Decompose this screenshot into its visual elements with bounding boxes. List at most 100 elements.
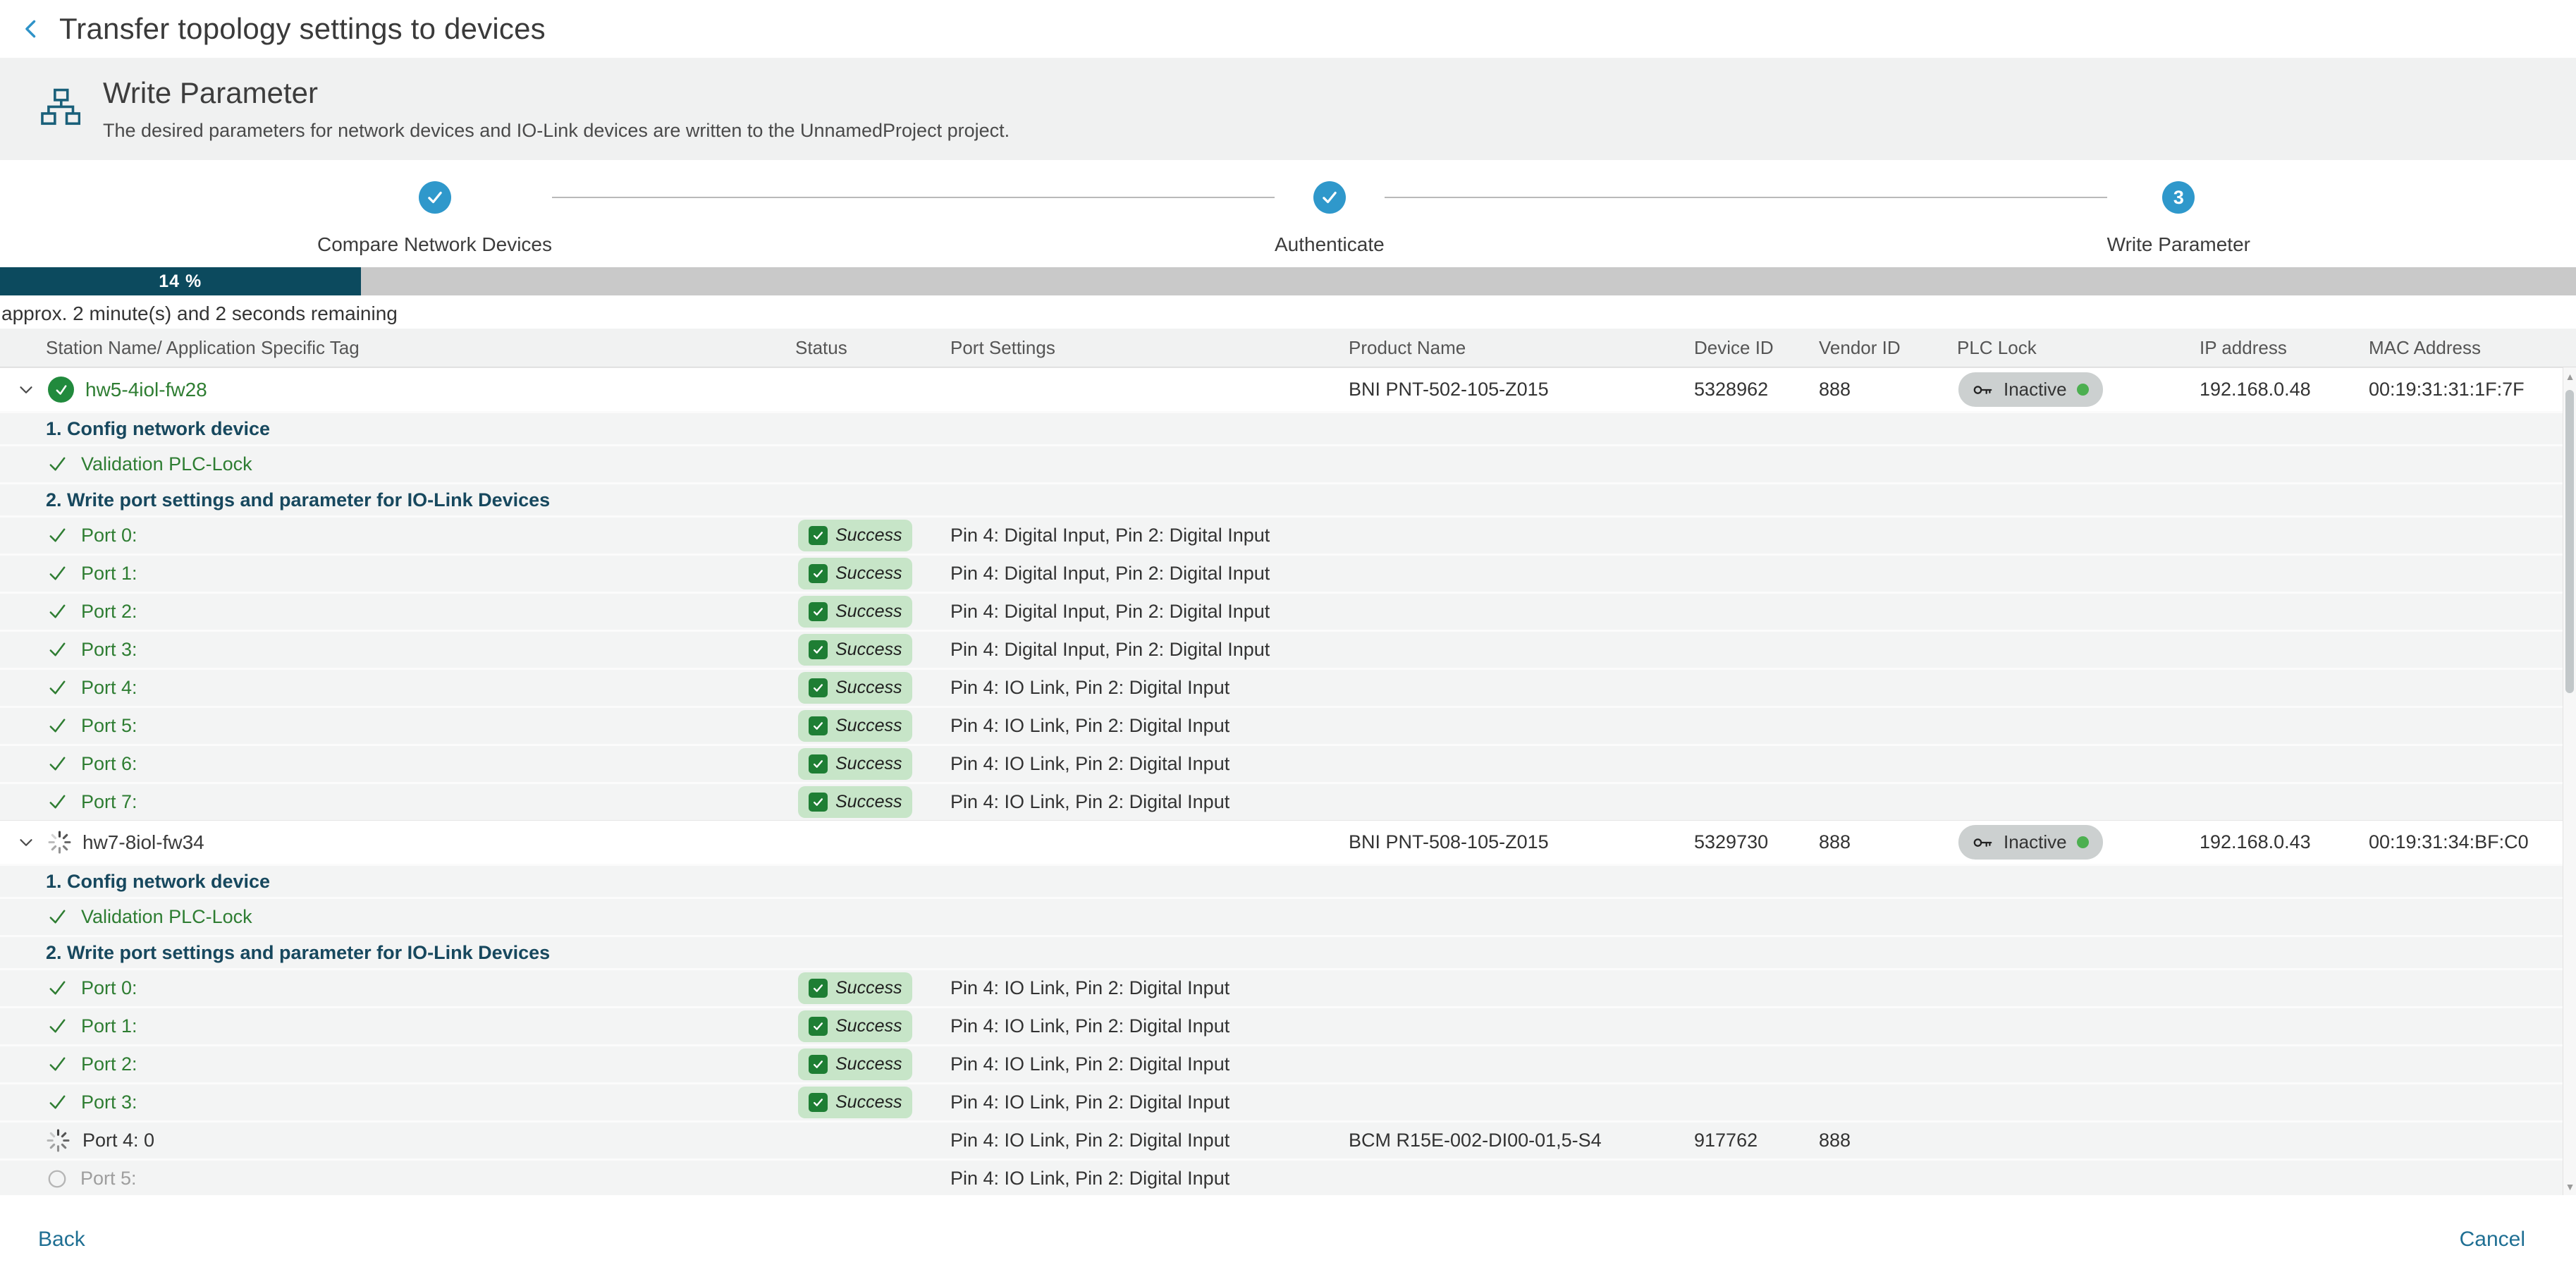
port-status-cell: Success bbox=[790, 558, 945, 589]
column-header: MAC Address bbox=[2363, 337, 2563, 359]
status-badge-label: Success bbox=[835, 525, 902, 546]
port-label: Port 5: bbox=[81, 715, 137, 737]
port-station-cell: Port 2: bbox=[0, 1053, 790, 1075]
port-row: Validation PLC-Lock bbox=[0, 444, 2576, 482]
vendor-id: 888 bbox=[1813, 831, 1951, 853]
port-status-cell: Success bbox=[790, 596, 945, 628]
port-row: Port 1:SuccessPin 4: IO Link, Pin 2: Dig… bbox=[0, 1006, 2576, 1044]
plc-lock-badge: Inactive bbox=[1958, 825, 2103, 860]
port-label: Port 4: 0 bbox=[82, 1130, 154, 1151]
column-header: Device ID bbox=[1688, 337, 1813, 359]
port-station-cell: Port 0: bbox=[0, 977, 790, 999]
port-station-cell: Port 1: bbox=[0, 563, 790, 585]
port-label: Validation PLC-Lock bbox=[81, 906, 252, 928]
status-badge-success: Success bbox=[798, 558, 912, 589]
status-badge-label: Success bbox=[835, 978, 902, 998]
status-badge-success: Success bbox=[798, 1087, 912, 1118]
device-row[interactable]: hw7-8iol-fw34BNI PNT-508-105-Z0155329730… bbox=[0, 820, 2576, 864]
scroll-up-arrow-icon[interactable]: ▲ bbox=[2563, 367, 2576, 386]
check-icon bbox=[47, 677, 68, 699]
status-badge-label: Success bbox=[835, 716, 902, 736]
port-status-cell: Success bbox=[790, 672, 945, 704]
port-label: Validation PLC-Lock bbox=[81, 453, 252, 475]
port-station-cell: Validation PLC-Lock bbox=[0, 906, 790, 928]
port-settings: Pin 4: IO Link, Pin 2: Digital Input bbox=[945, 977, 1343, 999]
step-heading: Write Parameter bbox=[103, 76, 1010, 110]
device-id: 5328962 bbox=[1688, 379, 1813, 401]
status-badge-success: Success bbox=[798, 710, 912, 742]
column-header: IP address bbox=[2194, 337, 2363, 359]
checkbox-icon bbox=[809, 754, 828, 774]
vertical-scrollbar[interactable]: ▲ ▼ bbox=[2563, 367, 2576, 1196]
chevron-down-icon[interactable] bbox=[16, 832, 37, 853]
back-button[interactable]: Back bbox=[38, 1228, 85, 1252]
port-row: Port 4:SuccessPin 4: IO Link, Pin 2: Dig… bbox=[0, 668, 2576, 706]
back-arrow-icon[interactable] bbox=[16, 13, 48, 45]
port-row: Port 0:SuccessPin 4: Digital Input, Pin … bbox=[0, 515, 2576, 554]
column-header: Vendor ID bbox=[1813, 337, 1951, 359]
table-body: hw5-4iol-fw28BNI PNT-502-105-Z0155328962… bbox=[0, 367, 2576, 1196]
status-badge-label: Success bbox=[835, 754, 902, 774]
stepper: Compare Network Devices Authenticate 3 Writ… bbox=[0, 160, 2576, 267]
chevron-down-icon[interactable] bbox=[16, 379, 37, 401]
port-row: Port 6:SuccessPin 4: IO Link, Pin 2: Dig… bbox=[0, 744, 2576, 782]
port-settings: Pin 4: IO Link, Pin 2: Digital Input bbox=[945, 1130, 1343, 1151]
column-header: Station Name/ Application Specific Tag bbox=[0, 337, 790, 359]
status-badge-label: Success bbox=[835, 792, 902, 812]
port-status-cell: Success bbox=[790, 972, 945, 1004]
port-label: Port 3: bbox=[81, 1092, 137, 1113]
port-label: Port 6: bbox=[81, 753, 137, 775]
device-row[interactable]: hw5-4iol-fw28BNI PNT-502-105-Z0155328962… bbox=[0, 367, 2576, 411]
check-icon bbox=[47, 715, 68, 737]
port-row: Port 2:SuccessPin 4: IO Link, Pin 2: Dig… bbox=[0, 1044, 2576, 1082]
checkbox-icon bbox=[809, 716, 828, 735]
stepper-connector bbox=[552, 197, 1275, 198]
port-settings: Pin 4: Digital Input, Pin 2: Digital Inp… bbox=[945, 563, 1343, 585]
device-name: hw5-4iol-fw28 bbox=[85, 379, 207, 401]
port-status-cell: Success bbox=[790, 520, 945, 551]
port-row: Port 3: Success Pin 4: IO Link, Pin 2: Dig… bbox=[0, 1082, 2576, 1120]
mac-address: 00:19:31:31:1F:7F bbox=[2363, 379, 2563, 401]
progress-fill: 14 % bbox=[0, 267, 361, 295]
product-name: BCM R15E-002-DI00-01,5-S4 bbox=[1343, 1130, 1688, 1151]
port-status-cell: Success bbox=[790, 710, 945, 742]
step-section-label: 1. Config network device bbox=[0, 871, 270, 893]
step-circle-active: 3 bbox=[2162, 181, 2195, 214]
check-icon bbox=[47, 525, 68, 546]
port-label: Port 1: bbox=[81, 1015, 137, 1037]
port-status-cell: Success bbox=[790, 1048, 945, 1080]
status-badge-label: Success bbox=[835, 563, 902, 584]
step-section-row: 1. Config network device bbox=[0, 864, 2576, 897]
scrollbar-thumb[interactable] bbox=[2565, 390, 2574, 693]
stepper-step: Compare Network Devices bbox=[317, 181, 552, 256]
product-name: BNI PNT-508-105-Z015 bbox=[1343, 831, 1688, 853]
port-row: Port 7:SuccessPin 4: IO Link, Pin 2: Dig… bbox=[0, 782, 2576, 820]
page-title: Transfer topology settings to devices bbox=[59, 12, 546, 46]
table-header-row: Station Name/ Application Specific TagSt… bbox=[0, 329, 2576, 367]
time-remaining-text: approx. 2 minute(s) and 2 seconds remain… bbox=[0, 295, 2576, 329]
port-status-cell: Success bbox=[790, 786, 945, 818]
stepper-connector bbox=[1385, 197, 2107, 198]
check-icon bbox=[47, 1053, 68, 1075]
checkbox-icon bbox=[809, 979, 828, 998]
progress-bar: 14 % bbox=[0, 267, 2576, 295]
stepper-step-label: Authenticate bbox=[1275, 233, 1385, 256]
scroll-down-arrow-icon[interactable]: ▼ bbox=[2563, 1178, 2576, 1196]
cancel-button[interactable]: Cancel bbox=[2460, 1228, 2525, 1252]
key-icon bbox=[1973, 379, 1994, 401]
port-settings: Pin 4: IO Link, Pin 2: Digital Input bbox=[945, 1092, 1343, 1113]
port-status-cell: Success bbox=[790, 1087, 945, 1118]
port-row: Port 5:Pin 4: IO Link, Pin 2: Digital In… bbox=[0, 1158, 2576, 1196]
check-icon bbox=[47, 906, 68, 928]
key-icon bbox=[1973, 832, 1994, 853]
mac-address: 00:19:31:34:BF:C0 bbox=[2363, 831, 2563, 853]
stepper-step-label: Write Parameter bbox=[2107, 233, 2250, 256]
status-badge-success: Success bbox=[798, 786, 912, 818]
check-icon bbox=[47, 753, 68, 775]
status-badge-success: Success bbox=[798, 596, 912, 628]
check-icon bbox=[47, 1015, 68, 1037]
status-dot-icon bbox=[2077, 384, 2089, 396]
topology-icon bbox=[37, 86, 83, 133]
column-header: Status bbox=[790, 337, 945, 359]
step-section-label: 1. Config network device bbox=[0, 418, 270, 440]
